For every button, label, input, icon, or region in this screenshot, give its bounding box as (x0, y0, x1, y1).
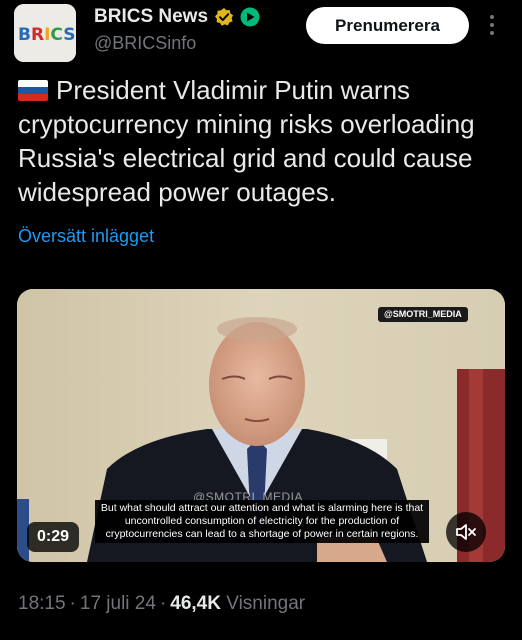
display-name[interactable]: BRICS News (94, 6, 260, 28)
avatar[interactable]: BRICS (14, 4, 76, 62)
affiliate-badge-icon[interactable] (240, 7, 260, 27)
more-vertical-icon[interactable] (480, 10, 504, 40)
handle[interactable]: @BRICSinfo (94, 33, 260, 54)
mute-button[interactable] (446, 512, 486, 552)
brics-logo-icon: BRICS (14, 4, 76, 62)
meta-separator: · (159, 593, 167, 614)
account-names: BRICS News @BRICSinfo (94, 6, 260, 54)
watermark-tag: @SMOTRI_MEDIA (378, 307, 468, 322)
display-name-text: BRICS News (94, 6, 209, 27)
verified-badge-icon[interactable] (214, 7, 234, 27)
tweet-body: President Vladimir Putin warns cryptocur… (18, 73, 512, 209)
views-count[interactable]: 46,4K (170, 593, 221, 614)
svg-text:BRICS: BRICS (18, 25, 75, 45)
subscribe-button[interactable]: Prenumerera (306, 7, 469, 44)
tweet-meta: 18:15 · 17 juli 24 · 46,4K Visningar (18, 593, 305, 615)
tweet-text: President Vladimir Putin warns cryptocur… (18, 75, 475, 207)
video-subtitle: But what should attract our attention an… (95, 500, 429, 543)
views-label: Visningar (226, 593, 306, 614)
video-duration: 0:29 (27, 522, 79, 552)
russia-flag-icon (18, 80, 48, 101)
video-player[interactable]: @SMOTRI_MEDIA @SMOTRI_MEDIA But what sho… (17, 289, 505, 562)
tweet-time[interactable]: 18:15 (18, 593, 66, 614)
tweet-date[interactable]: 17 juli 24 (80, 593, 156, 614)
meta-separator: · (69, 593, 76, 614)
speaker-muted-icon (456, 524, 476, 540)
tweet-header: BRICS BRICS News @BRICSinfo Prenumerera (0, 0, 522, 66)
translate-link[interactable]: Översätt inlägget (18, 226, 154, 247)
